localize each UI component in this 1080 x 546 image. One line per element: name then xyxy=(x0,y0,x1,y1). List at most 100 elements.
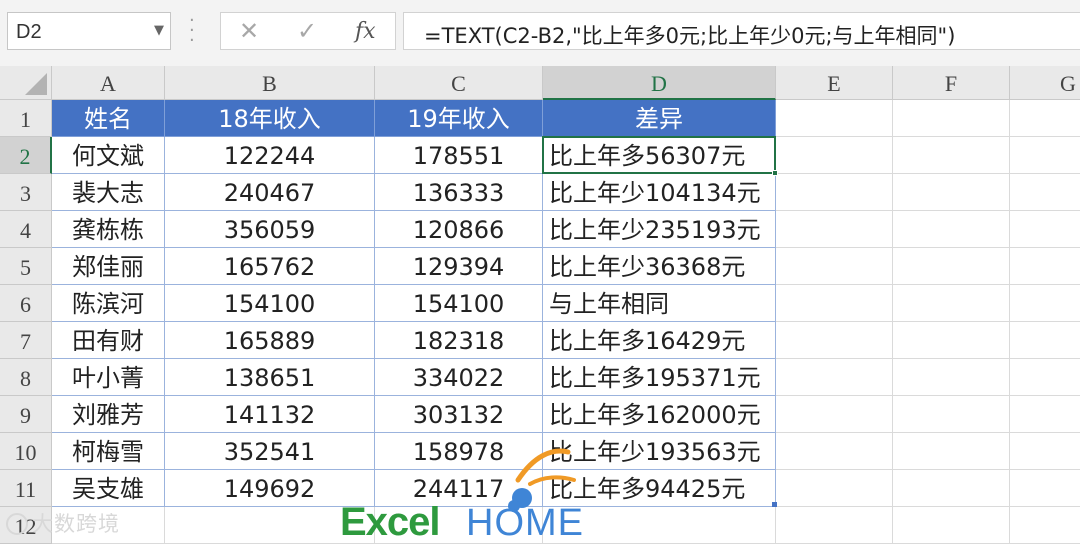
table-header-cell[interactable]: 姓名 xyxy=(52,100,165,137)
table-header-cell[interactable]: 18年收入 xyxy=(165,100,375,137)
table-cell[interactable]: 129394 xyxy=(375,248,543,285)
row-header[interactable]: 8 xyxy=(0,359,52,396)
fill-handle[interactable] xyxy=(772,170,778,176)
table-cell[interactable]: 陈滨河 xyxy=(52,285,165,322)
grid-cell[interactable] xyxy=(893,359,1010,396)
name-box[interactable]: D2 ▼ xyxy=(7,12,171,50)
chevron-down-icon[interactable]: ▼ xyxy=(154,23,164,38)
table-cell[interactable]: 154100 xyxy=(375,285,543,322)
grid-cell[interactable] xyxy=(1010,470,1080,507)
table-cell[interactable]: 郑佳丽 xyxy=(52,248,165,285)
table-cell[interactable]: 吴支雄 xyxy=(52,470,165,507)
table-cell[interactable]: 178551 xyxy=(375,137,543,174)
table-cell[interactable]: 120866 xyxy=(375,211,543,248)
grid-cell[interactable] xyxy=(776,359,893,396)
table-cell[interactable]: 叶小菁 xyxy=(52,359,165,396)
grid-cell[interactable] xyxy=(893,137,1010,174)
table-cell[interactable]: 裴大志 xyxy=(52,174,165,211)
table-cell[interactable]: 303132 xyxy=(375,396,543,433)
row-header[interactable]: 7 xyxy=(0,322,52,359)
table-cell[interactable]: 比上年少235193元 xyxy=(543,211,776,248)
table-cell[interactable]: 138651 xyxy=(165,359,375,396)
row-header[interactable]: 4 xyxy=(0,211,52,248)
grid-cell[interactable] xyxy=(1010,396,1080,433)
table-header-cell[interactable]: 差异 xyxy=(543,100,776,137)
grid-cell[interactable] xyxy=(893,174,1010,211)
table-cell[interactable]: 比上年少36368元 xyxy=(543,248,776,285)
row-header[interactable]: 9 xyxy=(0,396,52,433)
table-cell[interactable]: 比上年多16429元 xyxy=(543,322,776,359)
formula-input[interactable]: =TEXT(C2-B2,"比上年多0元;比上年少0元;与上年相同") xyxy=(403,12,1080,50)
table-cell[interactable]: 刘雅芳 xyxy=(52,396,165,433)
table-cell[interactable]: 比上年多195371元 xyxy=(543,359,776,396)
grid-cell[interactable] xyxy=(1010,433,1080,470)
table-cell[interactable]: 龚栋栋 xyxy=(52,211,165,248)
grid-cell[interactable] xyxy=(893,396,1010,433)
row-header[interactable]: 11 xyxy=(0,470,52,507)
column-header-g[interactable]: G xyxy=(1010,66,1080,100)
grid-cell[interactable] xyxy=(893,211,1010,248)
row-header[interactable]: 6 xyxy=(0,285,52,322)
grid-cell[interactable] xyxy=(776,100,893,137)
table-cell[interactable]: 136333 xyxy=(375,174,543,211)
grid-cell[interactable] xyxy=(776,433,893,470)
row-header[interactable]: 10 xyxy=(0,433,52,470)
table-cell[interactable]: 154100 xyxy=(165,285,375,322)
column-header-d[interactable]: D xyxy=(543,66,776,100)
grid-cell[interactable] xyxy=(1010,100,1080,137)
grid-cell[interactable] xyxy=(776,396,893,433)
table-cell[interactable]: 田有财 xyxy=(52,322,165,359)
table-cell[interactable]: 356059 xyxy=(165,211,375,248)
column-header-c[interactable]: C xyxy=(375,66,543,100)
table-resize-handle[interactable] xyxy=(772,502,777,507)
grid-cell[interactable] xyxy=(776,285,893,322)
grid-cell[interactable] xyxy=(776,137,893,174)
table-cell[interactable]: 240467 xyxy=(165,174,375,211)
row-header[interactable]: 1 xyxy=(0,100,52,137)
grid-cell[interactable] xyxy=(1010,359,1080,396)
row-header[interactable]: 3 xyxy=(0,174,52,211)
table-cell[interactable]: 182318 xyxy=(375,322,543,359)
row-header[interactable]: 2 xyxy=(0,137,52,174)
table-cell[interactable]: 比上年多56307元 xyxy=(543,137,776,174)
table-cell[interactable]: 141132 xyxy=(165,396,375,433)
row-header[interactable]: 5 xyxy=(0,248,52,285)
insert-function-icon[interactable]: fx xyxy=(355,19,376,44)
grid-cell[interactable] xyxy=(776,174,893,211)
grid-cell[interactable] xyxy=(893,248,1010,285)
grid-cell[interactable] xyxy=(776,470,893,507)
table-cell[interactable]: 与上年相同 xyxy=(543,285,776,322)
grid-cell[interactable] xyxy=(1010,248,1080,285)
table-cell[interactable]: 122244 xyxy=(165,137,375,174)
table-cell[interactable]: 何文斌 xyxy=(52,137,165,174)
grid-cell[interactable] xyxy=(776,211,893,248)
drag-handle-icon[interactable]: · · · xyxy=(189,12,195,50)
table-cell[interactable]: 柯梅雪 xyxy=(52,433,165,470)
column-header-e[interactable]: E xyxy=(776,66,893,100)
column-header-f[interactable]: F xyxy=(893,66,1010,100)
table-cell[interactable]: 比上年少104134元 xyxy=(543,174,776,211)
table-cell[interactable]: 165889 xyxy=(165,322,375,359)
table-cell[interactable]: 比上年多162000元 xyxy=(543,396,776,433)
grid-cell[interactable] xyxy=(893,100,1010,137)
grid-cell[interactable] xyxy=(893,322,1010,359)
grid-cell[interactable] xyxy=(1010,137,1080,174)
grid-cell[interactable] xyxy=(893,507,1010,544)
table-cell[interactable]: 334022 xyxy=(375,359,543,396)
grid-cell[interactable] xyxy=(776,248,893,285)
grid-cell[interactable] xyxy=(893,285,1010,322)
grid-cell[interactable] xyxy=(1010,211,1080,248)
select-all-button[interactable] xyxy=(0,66,52,100)
table-header-cell[interactable]: 19年收入 xyxy=(375,100,543,137)
column-header-b[interactable]: B xyxy=(165,66,375,100)
grid-cell[interactable] xyxy=(1010,285,1080,322)
grid-cell[interactable] xyxy=(776,507,893,544)
table-cell[interactable]: 165762 xyxy=(165,248,375,285)
enter-icon[interactable]: ✓ xyxy=(297,17,317,45)
grid-cell[interactable] xyxy=(776,322,893,359)
grid-cell[interactable] xyxy=(893,433,1010,470)
grid-cell[interactable] xyxy=(1010,322,1080,359)
column-header-a[interactable]: A xyxy=(52,66,165,100)
grid-cell[interactable] xyxy=(1010,174,1080,211)
cancel-icon[interactable]: ✕ xyxy=(239,17,259,45)
